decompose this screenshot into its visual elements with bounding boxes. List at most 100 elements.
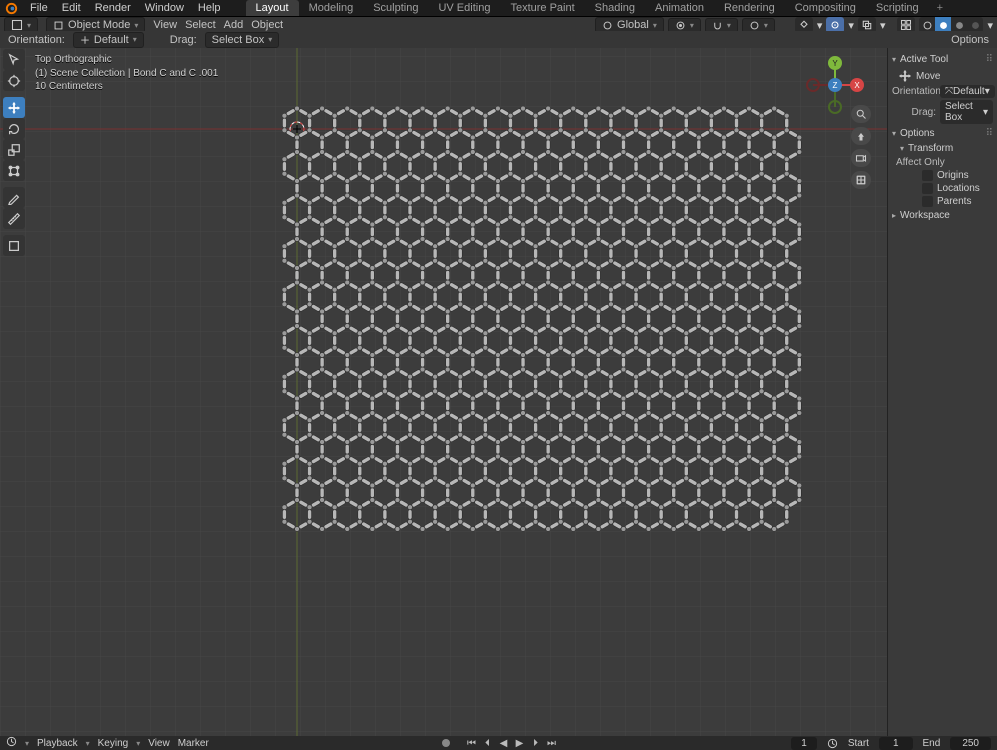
tool-transform[interactable] xyxy=(3,160,25,181)
panel-label: Active Tool xyxy=(900,54,948,65)
panel-options-header[interactable]: ▾Options⠿ xyxy=(892,126,993,141)
tool-scale[interactable] xyxy=(3,139,25,160)
np-drag-dropdown[interactable]: Select Box▾ xyxy=(940,100,993,124)
tab-sculpting[interactable]: Sculpting xyxy=(363,0,428,16)
tool-drag-value: Select Box xyxy=(212,34,265,46)
current-frame-field[interactable]: 1 xyxy=(791,737,817,750)
tab-layout[interactable]: Layout xyxy=(246,0,299,16)
preview-range-icon[interactable] xyxy=(827,738,838,749)
np-orientation-dropdown[interactable]: ⤧Default▾ xyxy=(940,85,995,98)
tool-cursor[interactable] xyxy=(3,70,25,91)
chevron-down-icon[interactable]: ▾ xyxy=(987,19,993,32)
checkbox-label: Parents xyxy=(937,196,971,207)
pan-icon[interactable] xyxy=(851,127,871,145)
checkbox-locations[interactable]: Locations xyxy=(922,182,993,195)
np-orientation-label: Orientation xyxy=(892,86,936,97)
play-reverse-icon[interactable]: ◀ xyxy=(497,737,511,749)
start-label: Start xyxy=(848,738,869,749)
active-tool-name: Move xyxy=(916,71,940,82)
panel-label: Transform xyxy=(908,143,953,154)
checkbox-label: Locations xyxy=(937,183,980,194)
panel-active-tool-header[interactable]: ▾Active Tool⠿ xyxy=(892,52,993,67)
toolbar xyxy=(3,49,25,256)
menu-file[interactable]: File xyxy=(23,0,55,16)
3d-viewport[interactable]: Orientation: Default ▾ Drag: Select Box … xyxy=(0,31,997,736)
end-frame-field[interactable]: 250 xyxy=(950,737,991,750)
panel-label: Workspace xyxy=(900,210,950,221)
autokey-toggle-icon[interactable] xyxy=(439,737,453,749)
tool-drag-dropdown[interactable]: Select Box ▾ xyxy=(205,32,280,48)
active-object-label: (1) Scene Collection | Bond C and C .001 xyxy=(35,67,218,81)
tab-compositing[interactable]: Compositing xyxy=(785,0,866,16)
chevron-down-icon[interactable]: ▾ xyxy=(848,19,854,32)
workspace-tabs: Layout Modeling Sculpting UV Editing Tex… xyxy=(246,0,952,16)
camera-view-icon[interactable] xyxy=(851,149,871,167)
sidebar-panel: ▾Active Tool⠿ Move Orientation ⤧Default▾… xyxy=(887,48,997,736)
tool-orientation-value: Default xyxy=(94,34,129,46)
tab-modeling[interactable]: Modeling xyxy=(299,0,364,16)
keyframe-next-icon[interactable]: ⏵ xyxy=(529,737,543,749)
perspective-toggle-icon[interactable] xyxy=(851,171,871,189)
chevron-down-icon[interactable]: ▾ xyxy=(817,19,823,32)
jump-end-icon[interactable]: ⏭ xyxy=(545,737,559,749)
menu-edit[interactable]: Edit xyxy=(55,0,88,16)
zoom-icon[interactable] xyxy=(851,105,871,123)
top-menubar: File Edit Render Window Help Layout Mode… xyxy=(0,0,997,17)
svg-text:Z: Z xyxy=(833,81,838,90)
tab-rendering[interactable]: Rendering xyxy=(714,0,785,16)
menu-help[interactable]: Help xyxy=(191,0,228,16)
panel-label: Options xyxy=(900,128,934,139)
keyframe-prev-icon[interactable]: ⏴ xyxy=(481,737,495,749)
tab-animation[interactable]: Animation xyxy=(645,0,714,16)
tool-move[interactable] xyxy=(3,97,25,118)
move-icon xyxy=(898,69,912,83)
timeline-editor-icon[interactable] xyxy=(6,736,17,750)
app-menu-group: File Edit Render Window Help xyxy=(23,0,228,16)
panel-transform-header[interactable]: ▾Transform xyxy=(900,141,993,156)
options-popover[interactable]: Options xyxy=(951,34,989,46)
nav-icon-stack xyxy=(851,105,871,189)
checkbox-label: Origins xyxy=(937,170,969,181)
tool-annotate[interactable] xyxy=(3,187,25,208)
drag-label: Drag: xyxy=(170,34,197,46)
orientation-value: Global xyxy=(617,19,649,31)
checkbox-origins[interactable]: Origins xyxy=(922,169,993,182)
timeline-menu-keying[interactable]: Keying xyxy=(98,738,129,749)
tool-add-cube[interactable] xyxy=(3,235,25,256)
chevron-down-icon[interactable]: ▾ xyxy=(880,19,886,32)
timeline-menu-view[interactable]: View xyxy=(148,738,170,749)
mode-label: Object Mode xyxy=(68,19,130,31)
panel-workspace-header[interactable]: ▸Workspace xyxy=(892,208,993,223)
tool-rotate[interactable] xyxy=(3,118,25,139)
affect-only-label: Affect Only xyxy=(896,156,993,169)
orientation-label: Orientation: xyxy=(8,34,65,46)
tab-uv-editing[interactable]: UV Editing xyxy=(428,0,500,16)
viewport-overlay-text: Top Orthographic (1) Scene Collection | … xyxy=(35,53,218,94)
viewport-menu-view[interactable]: View xyxy=(153,19,177,31)
blender-logo-icon xyxy=(4,2,19,15)
tool-settings-bar: Orientation: Default ▾ Drag: Select Box … xyxy=(0,31,997,48)
hexagonal-lattice-object[interactable] xyxy=(0,31,997,736)
viewport-menu-add[interactable]: Add xyxy=(224,19,244,31)
tool-select-box[interactable] xyxy=(3,49,25,70)
checkbox-parents[interactable]: Parents xyxy=(922,195,993,208)
viewport-menu-select[interactable]: Select xyxy=(185,19,216,31)
tab-add-icon[interactable]: + xyxy=(929,0,951,16)
timeline-header: ▾ Playback▾ Keying▾ View Marker ⏮ ⏴ ◀ ▶ … xyxy=(0,736,997,750)
tool-orientation-dropdown[interactable]: Default ▾ xyxy=(73,32,144,48)
view-name-label: Top Orthographic xyxy=(35,53,218,67)
end-label: End xyxy=(923,738,941,749)
timeline-menu-marker[interactable]: Marker xyxy=(178,738,209,749)
start-frame-field[interactable]: 1 xyxy=(879,737,913,750)
tab-scripting[interactable]: Scripting xyxy=(866,0,929,16)
jump-start-icon[interactable]: ⏮ xyxy=(465,737,479,749)
viewport-menu-object[interactable]: Object xyxy=(251,19,283,31)
tool-measure[interactable] xyxy=(3,208,25,229)
menu-window[interactable]: Window xyxy=(138,0,191,16)
tab-texture-paint[interactable]: Texture Paint xyxy=(500,0,584,16)
play-icon[interactable]: ▶ xyxy=(513,737,527,749)
menu-render[interactable]: Render xyxy=(88,0,138,16)
tab-shading[interactable]: Shading xyxy=(585,0,645,16)
timeline-menu-playback[interactable]: Playback xyxy=(37,738,78,749)
svg-text:X: X xyxy=(854,81,860,90)
